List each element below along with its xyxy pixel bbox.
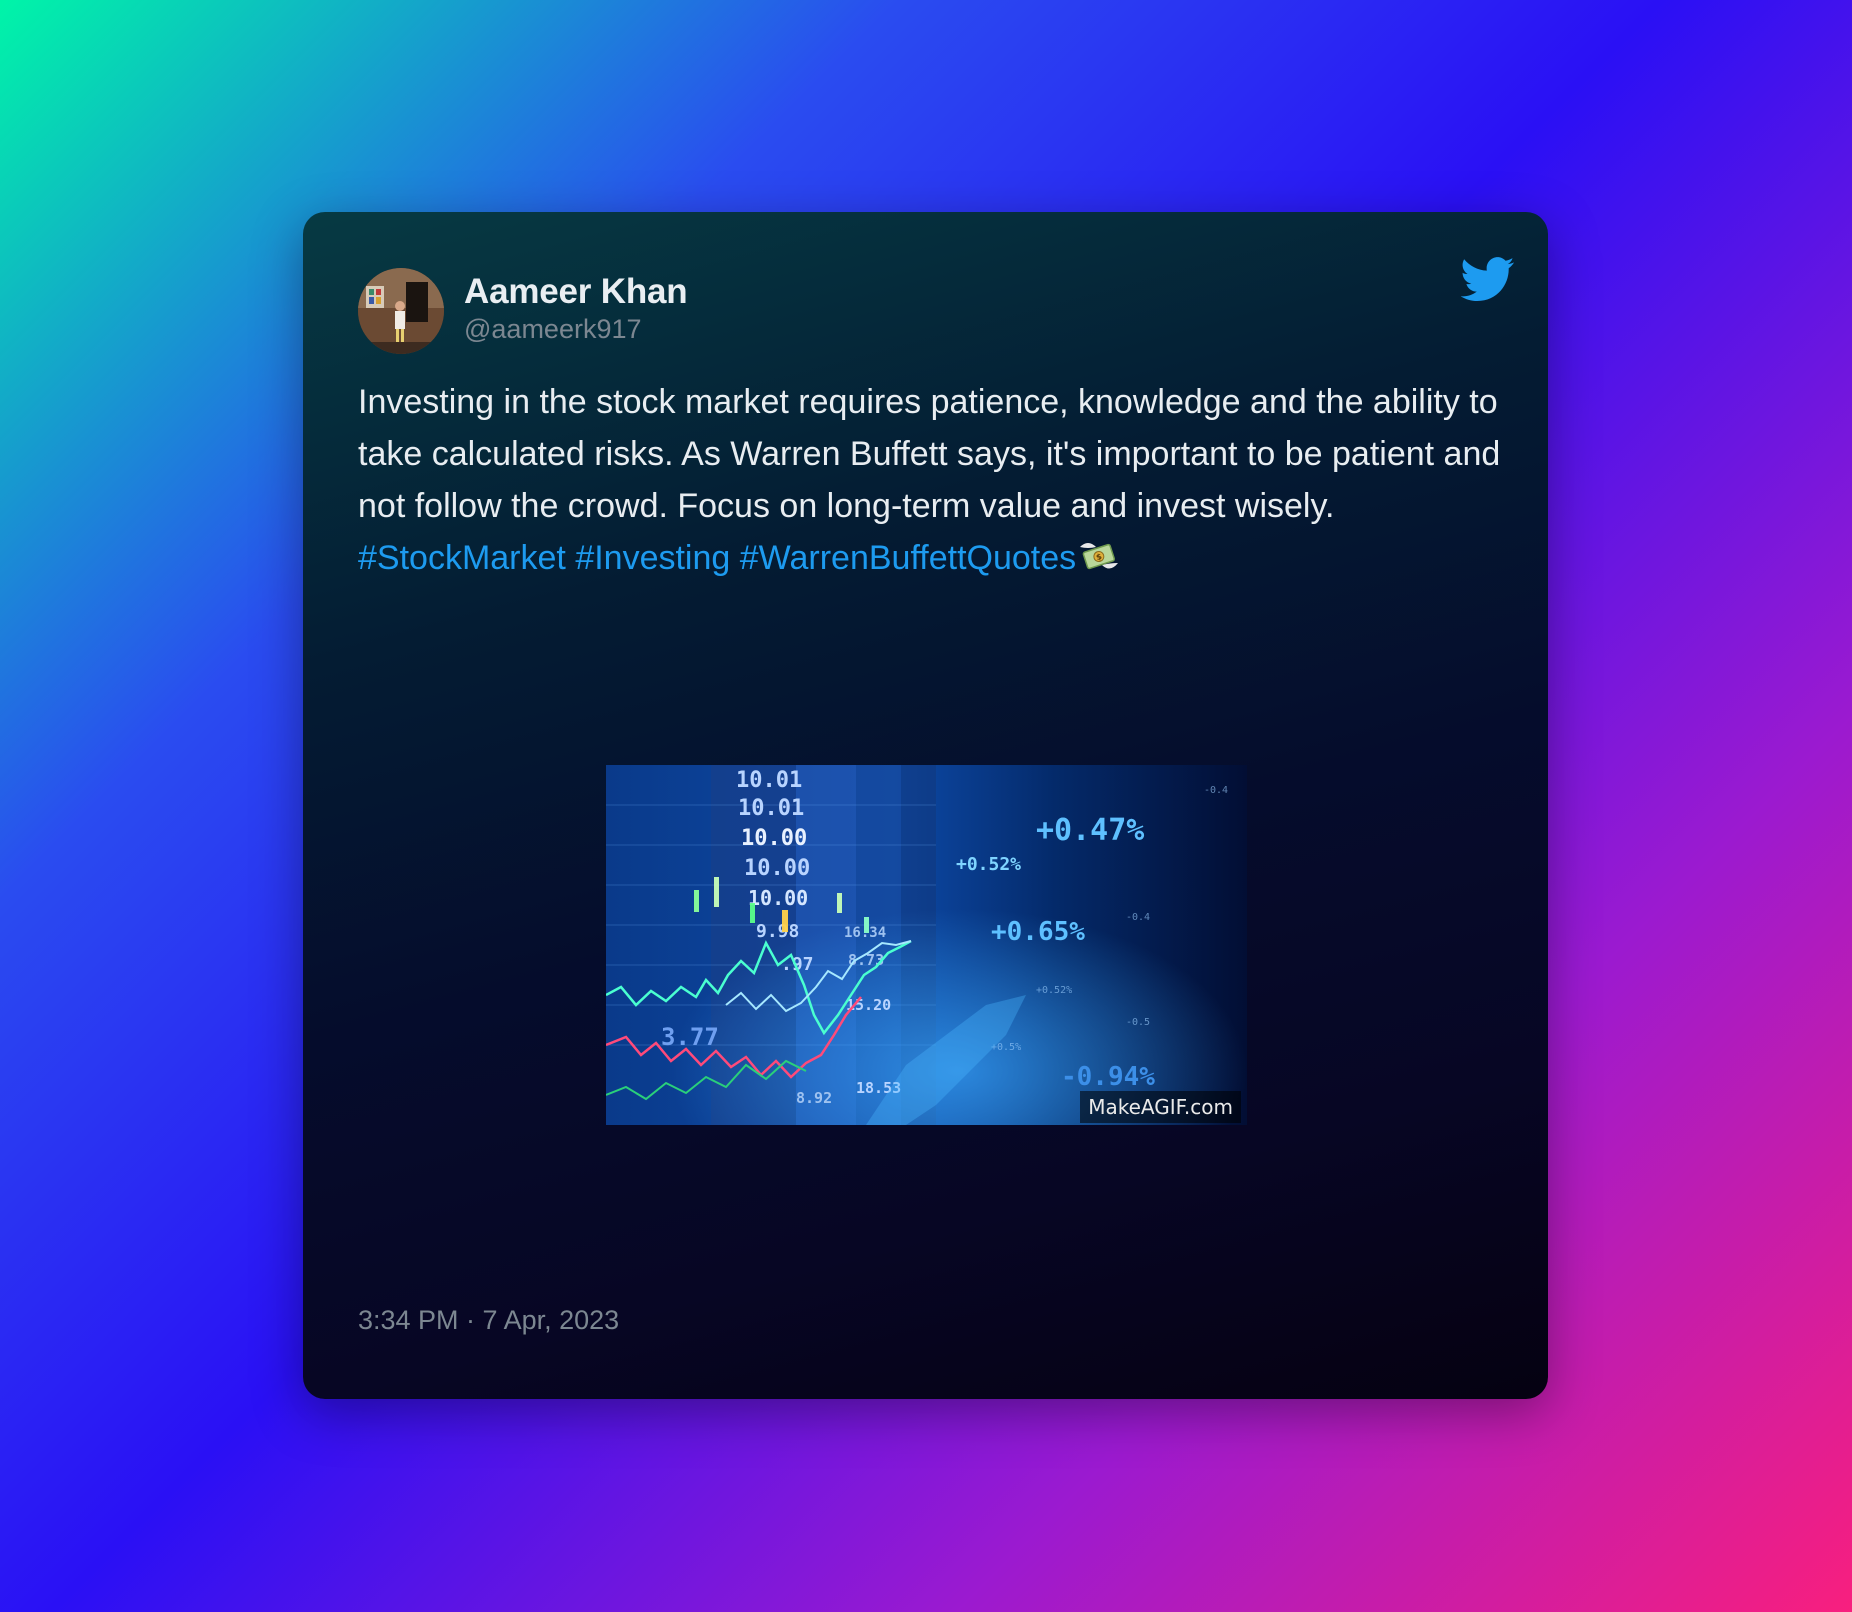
author-name[interactable]: Aameer Khan <box>464 272 688 312</box>
ticker-label: 8.92 <box>796 1089 832 1107</box>
money-with-wings-icon: $ <box>1076 537 1122 577</box>
avatar[interactable] <box>358 268 444 354</box>
ticker-label: 9.98 <box>756 921 799 942</box>
ticker-label: +0.65% <box>991 917 1085 947</box>
hashtag-investing[interactable]: #Investing <box>575 539 730 577</box>
stock-chart-image: 10.01 10.01 10.00 10.00 10.00 9.98 .97 1… <box>606 765 1247 1125</box>
svg-text:+0.52%: +0.52% <box>1036 985 1072 996</box>
ticker-label: +0.47% <box>1036 813 1144 848</box>
tweet-timestamp[interactable]: 3:34 PM · 7 Apr, 2023 <box>358 1305 619 1336</box>
ticker-label: +0.52% <box>956 854 1021 875</box>
ticker-label: -0.94% <box>1061 1062 1155 1092</box>
tweet-media-gif[interactable]: 10.01 10.01 10.00 10.00 10.00 9.98 .97 1… <box>606 765 1247 1125</box>
ticker-label: 10.01 <box>736 768 802 793</box>
hashtag-stockmarket[interactable]: #StockMarket <box>358 539 566 577</box>
svg-text:-0.4: -0.4 <box>1126 912 1150 923</box>
tweet-text: Investing in the stock market requires p… <box>358 376 1518 584</box>
watermark: MakeAGIF.com <box>1080 1091 1241 1123</box>
svg-text:-0.5: -0.5 <box>1126 1017 1150 1028</box>
author-handle[interactable]: @aameerk917 <box>464 314 642 345</box>
svg-text:-0.4: -0.4 <box>1204 785 1228 796</box>
avatar-image <box>358 268 444 354</box>
ticker-label: 10.00 <box>744 856 810 881</box>
tweet-body: Investing in the stock market requires p… <box>358 383 1501 525</box>
tweet-card: Aameer Khan @aameerk917 Investing in the… <box>303 212 1548 1399</box>
ticker-label: 3.77 <box>661 1023 719 1051</box>
hashtag-warrenbuffettquotes[interactable]: #WarrenBuffettQuotes <box>740 539 1076 577</box>
ticker-label: 10.00 <box>741 826 807 851</box>
twitter-bird-icon[interactable] <box>1461 252 1515 306</box>
ticker-label: 10.00 <box>748 886 808 910</box>
ticker-label: 10.01 <box>738 796 804 821</box>
